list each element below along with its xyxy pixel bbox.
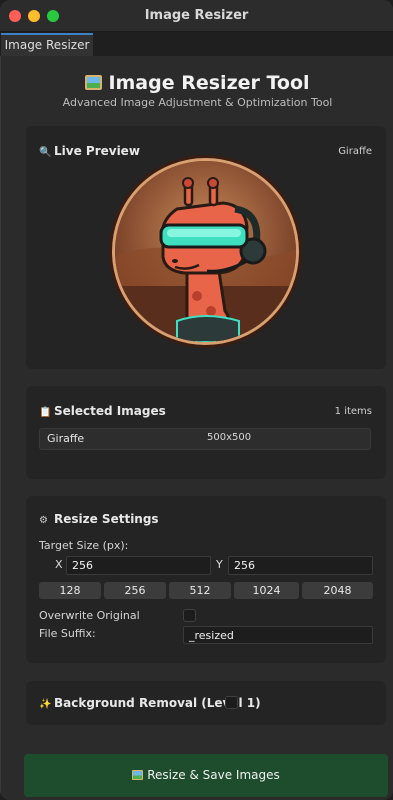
live-preview-heading: 🔍 Live Preview <box>39 144 140 158</box>
resize-settings-panel: ⚙ Resize Settings Target Size (px): X 256… <box>26 496 386 663</box>
page-subtitle: Advanced Image Adjustment & Optimization… <box>62 96 333 109</box>
picture-icon <box>85 75 103 90</box>
preset-1024-button[interactable]: 1024 <box>234 582 299 599</box>
main-content: Image Resizer Tool Advanced Image Adjust… <box>0 56 393 800</box>
window-title: Image Resizer <box>144 8 249 23</box>
image-name: Giraffe <box>47 432 85 445</box>
live-preview-title: Live Preview <box>54 144 140 158</box>
resize-save-label: Resize & Save Images <box>147 768 280 782</box>
preview-image <box>112 158 299 345</box>
image-list-item[interactable]: Giraffe 500x500 <box>39 428 371 450</box>
target-size-label: Target Size (px): <box>39 539 129 552</box>
preset-512-button[interactable]: 512 <box>169 582 231 599</box>
selected-images-title: Selected Images <box>54 404 166 418</box>
giraffe-avatar-illustration <box>115 161 296 342</box>
tab-image-resizer[interactable]: Image Resizer <box>1 33 93 56</box>
y-axis-label: Y <box>216 558 223 571</box>
resize-settings-title: Resize Settings <box>54 512 159 526</box>
width-input[interactable]: 256 <box>66 556 211 575</box>
selected-count: 1 items <box>334 406 372 417</box>
preview-image-name: Giraffe <box>338 146 372 157</box>
overwrite-original-label: Overwrite Original <box>39 609 140 622</box>
tab-bar: Image Resizer <box>0 32 393 56</box>
x-axis-label: X <box>55 558 63 571</box>
page-title: Image Resizer Tool <box>1 72 393 94</box>
preset-256-button[interactable]: 256 <box>104 582 166 599</box>
resize-settings-heading: ⚙ Resize Settings <box>39 512 159 526</box>
overwrite-original-checkbox[interactable] <box>183 609 196 622</box>
sparkles-icon: ✨ <box>39 699 52 710</box>
selected-images-panel: 📋 Selected Images 1 items Giraffe 500x500 <box>26 386 386 479</box>
selected-images-heading: 📋 Selected Images <box>39 404 166 418</box>
live-preview-panel: 🔍 Live Preview Giraffe <box>26 126 386 369</box>
title-bar: Image Resizer <box>0 0 393 32</box>
resize-save-button[interactable]: Resize & Save Images <box>24 754 388 797</box>
image-dimensions: 500x500 <box>207 432 252 443</box>
preset-128-button[interactable]: 128 <box>39 582 101 599</box>
file-suffix-label: File Suffix: <box>39 627 96 640</box>
page-title-text: Image Resizer Tool <box>108 72 310 94</box>
background-removal-checkbox[interactable] <box>225 696 238 709</box>
gear-icon: ⚙ <box>39 515 48 526</box>
preset-2048-button[interactable]: 2048 <box>302 582 373 599</box>
background-removal-panel: ✨ Background Removal (Level 1) <box>26 681 386 725</box>
file-suffix-input[interactable]: _resized <box>183 626 373 644</box>
picture-icon <box>132 770 144 780</box>
magnifier-icon: 🔍 <box>39 147 52 158</box>
app-window: Image Resizer Image Resizer Image Resize… <box>0 0 393 800</box>
height-input[interactable]: 256 <box>228 556 373 575</box>
clipboard-icon: 📋 <box>39 407 52 418</box>
